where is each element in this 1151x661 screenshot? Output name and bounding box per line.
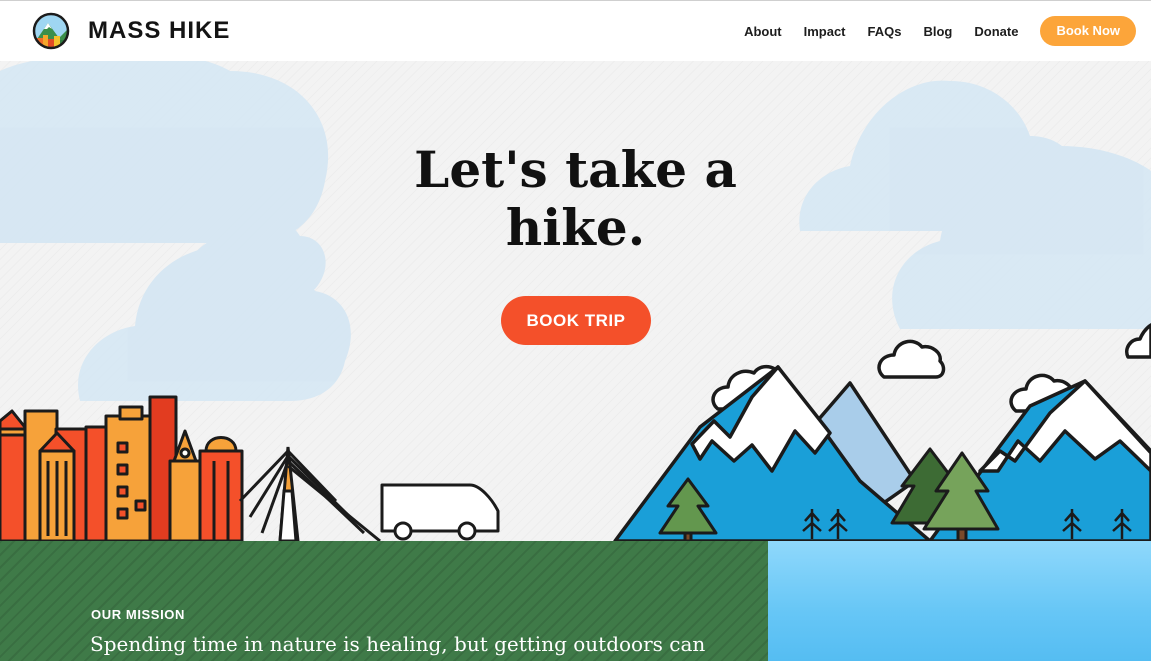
mission-label: OUR MISSION	[91, 607, 185, 622]
hero-headline-line-2: hike.	[505, 198, 646, 257]
hero-section: Let's take a hike. BOOK TRIP	[0, 61, 1151, 541]
bridge-icon	[238, 446, 381, 541]
mountain-badge-icon	[32, 12, 70, 50]
city-skyline-icon	[0, 395, 244, 541]
nav-link-about[interactable]: About	[744, 24, 782, 39]
mission-section: OUR MISSION Spending time in nature is h…	[0, 541, 768, 661]
mission-photo	[768, 541, 1151, 661]
hero-headline-line-1: Let's take a	[414, 140, 737, 199]
book-now-button[interactable]: Book Now	[1040, 16, 1136, 46]
book-trip-button[interactable]: BOOK TRIP	[501, 296, 651, 345]
hero-headline: Let's take a hike.	[0, 141, 1151, 257]
nav-link-impact[interactable]: Impact	[804, 24, 846, 39]
nav-link-faqs[interactable]: FAQs	[868, 24, 902, 39]
nav-link-blog[interactable]: Blog	[923, 24, 952, 39]
brand-logo-link[interactable]: MASS HIKE	[32, 12, 230, 50]
brand-name: MASS HIKE	[88, 17, 231, 44]
mission-text: Spending time in nature is healing, but …	[90, 632, 706, 656]
top-navigation: MASS HIKE About Impact FAQs Blog Donate …	[0, 1, 1151, 61]
nav-link-donate[interactable]: Donate	[974, 24, 1018, 39]
main-menu: About Impact FAQs Blog Donate Book Now	[744, 16, 1136, 46]
van-icon	[380, 483, 500, 541]
